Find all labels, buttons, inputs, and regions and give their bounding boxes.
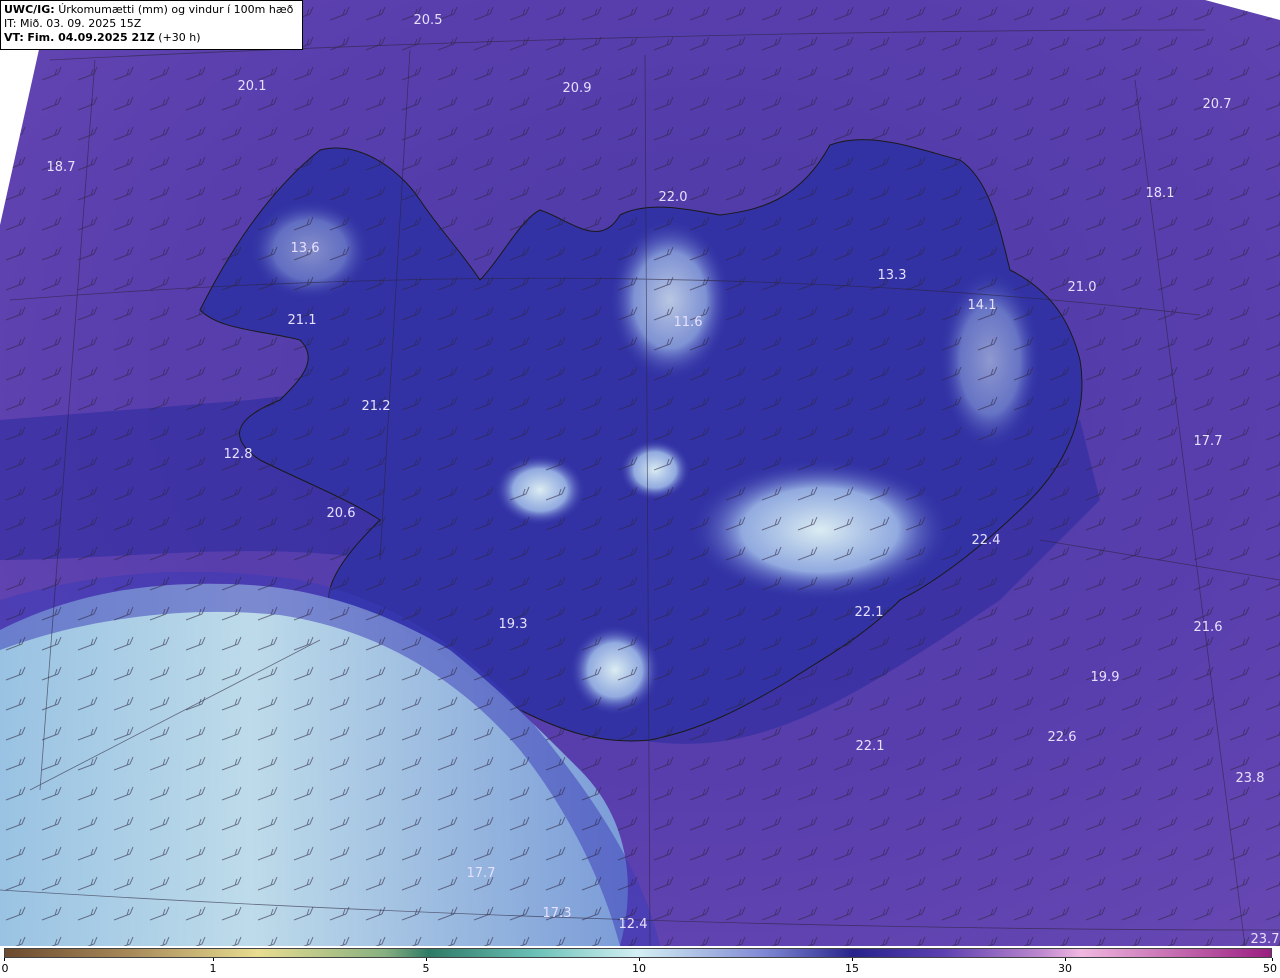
value-label: 20.9 <box>563 81 592 96</box>
value-label: 13.3 <box>878 268 907 283</box>
value-label: 17.7 <box>1194 434 1223 449</box>
value-label: 11.6 <box>674 315 703 330</box>
colorbar-tick-mark <box>426 958 427 961</box>
colorbar-tick-label: 30 <box>1058 962 1072 975</box>
value-label: 21.1 <box>288 313 317 328</box>
value-label: 21.6 <box>1194 620 1223 635</box>
init-time: IT: Mið. 03. 09. 2025 15Z <box>4 17 142 30</box>
value-label: 19.3 <box>499 617 528 632</box>
map-description: Úrkomumætti (mm) og vindur í 100m hæð <box>58 3 294 16</box>
colorbar-tick-label: 10 <box>632 962 646 975</box>
model-name: UWC/IG: <box>4 3 55 16</box>
value-label: 22.1 <box>856 739 885 754</box>
colorbar-tick-mark <box>639 958 640 961</box>
value-label: 20.5 <box>414 13 443 28</box>
colorbar-tick-mark <box>213 958 214 961</box>
colorbar-tick-label: 0 <box>1 962 9 975</box>
value-label: 21.0 <box>1068 280 1097 295</box>
colorbar-strip <box>4 948 1272 958</box>
value-label: 18.1 <box>1146 186 1175 201</box>
value-label: 12.8 <box>224 447 253 462</box>
value-label: 22.1 <box>855 605 884 620</box>
colorbar-tick-mark <box>1065 958 1066 961</box>
colorbar-tick-mark <box>1272 958 1273 961</box>
colorbar-tick-mark <box>4 958 5 961</box>
map-info-box: UWC/IG: Úrkomumætti (mm) og vindur í 100… <box>0 0 303 50</box>
value-label: 23.8 <box>1236 771 1265 786</box>
wind-barbs <box>0 0 1280 946</box>
value-label: 12.4 <box>619 917 648 932</box>
colorbar-tick-label: 1 <box>209 962 217 975</box>
value-label: 18.7 <box>47 160 76 175</box>
colorbar: 0 1 5 10 15 30 50 <box>0 946 1280 978</box>
colorbar-tick-label: 5 <box>422 962 430 975</box>
colorbar-tick-label: 15 <box>845 962 859 975</box>
precipitation-map: 20.5 20.1 20.9 20.7 18.7 18.1 22.0 13.6 13.3 21.0… <box>0 0 1280 946</box>
value-label: 22.4 <box>972 533 1001 548</box>
valid-label: VT: <box>4 31 24 44</box>
value-label: 22.0 <box>659 190 688 205</box>
colorbar-tick-mark <box>852 958 853 961</box>
value-label: 20.1 <box>238 79 267 94</box>
value-label: 22.6 <box>1048 730 1077 745</box>
value-label: 17.7 <box>467 866 496 881</box>
value-label: 23.7 <box>1251 932 1280 946</box>
colorbar-tick-label: 50 <box>1263 962 1277 975</box>
value-label: 14.1 <box>968 298 997 313</box>
value-label: 13.6 <box>291 241 320 256</box>
valid-time: Fim. 04.09.2025 21Z <box>27 31 155 44</box>
value-label: 17.3 <box>543 906 572 921</box>
value-label: 20.7 <box>1203 97 1232 112</box>
value-label: 21.2 <box>362 399 391 414</box>
value-label: 19.9 <box>1091 670 1120 685</box>
lead-time: (+30 h) <box>158 31 201 44</box>
value-label: 20.6 <box>327 506 356 521</box>
